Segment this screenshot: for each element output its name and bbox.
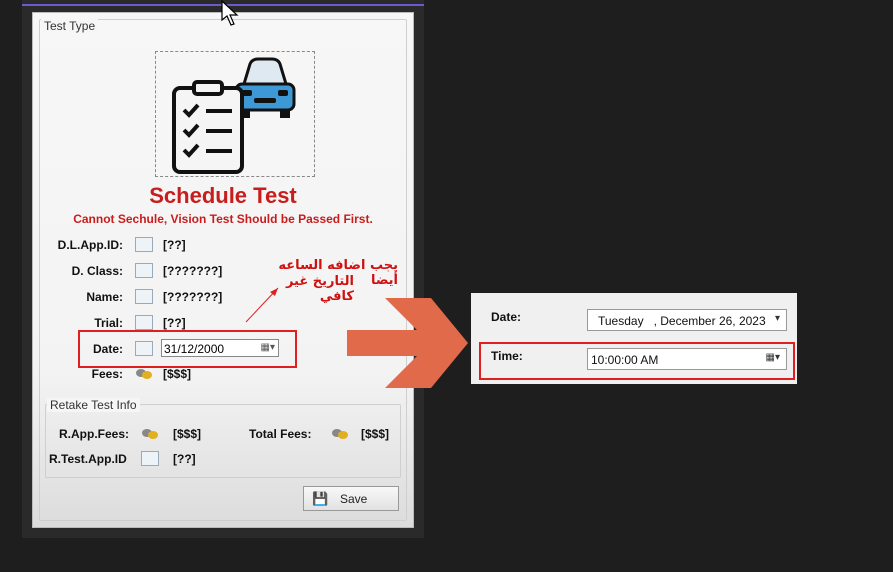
- panel-date-picker[interactable]: Tuesday , December 26, 2023 ▾: [587, 309, 787, 331]
- trial-value: [??]: [163, 316, 186, 330]
- retake-test-app-id-value: [??]: [173, 452, 196, 466]
- coins-icon: [141, 426, 159, 441]
- clipboard-car-icon: [172, 57, 296, 174]
- name-label: Name:: [86, 290, 123, 304]
- panel-time-label: Time:: [491, 349, 523, 363]
- vision-test-warning: Cannot Sechule, Vision Test Should be Pa…: [73, 212, 373, 226]
- calendar-dropdown-icon[interactable]: ▦▾: [766, 352, 780, 363]
- floppy-disk-icon: 💾: [312, 491, 329, 506]
- panel-time-picker[interactable]: 10:00:00 AM ▦▾: [587, 348, 787, 370]
- name-value: [???????]: [163, 290, 223, 304]
- big-arrow-icon: [347, 298, 468, 388]
- retake-app-fees-label: R.App.Fees:: [59, 427, 130, 441]
- annotation-text-line2: التاريخ غير كافي: [285, 274, 354, 304]
- panel-date-value: Tuesday , December 26, 2023: [598, 314, 766, 328]
- person-icon: [135, 289, 153, 304]
- date-highlight-box: [78, 330, 297, 368]
- chevron-down-icon[interactable]: ▾: [775, 313, 780, 324]
- coins-icon: [135, 366, 153, 381]
- dl-app-id-label: D.L.App.ID:: [57, 238, 123, 252]
- id-card-icon: [135, 237, 153, 252]
- schedule-test-image: [155, 51, 315, 177]
- save-button[interactable]: 💾 Save: [303, 486, 399, 511]
- total-fees-label: Total Fees:: [249, 427, 312, 441]
- mouse-cursor-icon: [221, 0, 239, 26]
- datetime-panel: Date: Tuesday , December 26, 2023 ▾ Time…: [471, 293, 797, 384]
- retake-app-fees-value: [$$$]: [173, 427, 202, 441]
- fees-label: Fees:: [91, 367, 123, 381]
- trial-icon: [135, 315, 153, 330]
- dl-app-id-value: [??]: [163, 238, 186, 252]
- panel-time-value: 10:00:00 AM: [591, 353, 659, 367]
- license-class-value: [???????]: [163, 264, 223, 278]
- page-title: Schedule Test: [149, 183, 297, 208]
- coins-icon: [331, 426, 349, 441]
- retake-test-group-title: Retake Test Info: [47, 398, 140, 412]
- trial-label: Trial:: [94, 316, 123, 330]
- total-fees-value: [$$$]: [361, 427, 390, 441]
- id-card-icon: [141, 451, 159, 466]
- test-type-group-title: Test Type: [41, 19, 99, 33]
- license-class-label: D. Class:: [71, 264, 123, 278]
- save-button-label: Save: [340, 492, 368, 506]
- fees-value: [$$$]: [163, 367, 192, 381]
- license-class-icon: [135, 263, 153, 278]
- panel-date-label: Date:: [491, 310, 522, 324]
- retake-test-app-id-label: R.Test.App.ID: [49, 452, 127, 466]
